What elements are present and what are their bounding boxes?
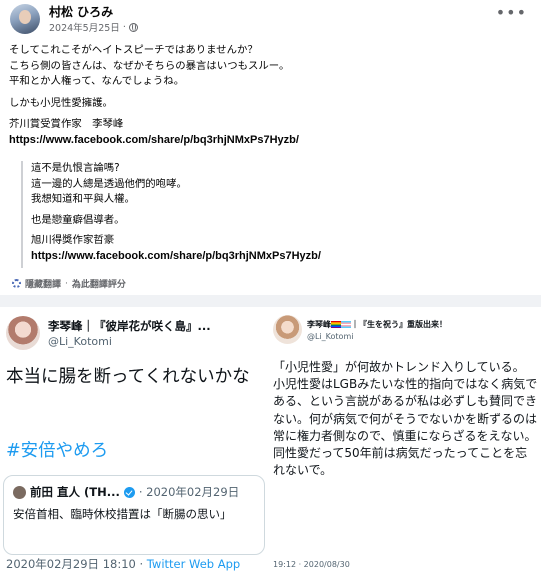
author-avatar[interactable] — [10, 4, 40, 34]
translation-line: 旭川得獎作家哲豪 — [31, 234, 115, 246]
more-options-icon[interactable]: ••• — [496, 5, 527, 21]
avatar[interactable] — [6, 316, 40, 350]
tweet-author-handle[interactable]: @Li_Kotomi — [307, 332, 353, 341]
author-name-suffix: ｜『生を祝う』重版出来！ — [351, 320, 447, 329]
body-line: こちら側の皆さんは、なぜかそちらの暴言はいつもスルー。 — [9, 59, 290, 72]
quoted-tweet-header: 前田 直人 (TH... · 2020年02月29日 — [13, 484, 255, 500]
tweet-paragraph: 小児性愛はLGBみたいな性的指向ではなく病気である、という言説があるが私は必ずし… — [273, 377, 538, 443]
post-date[interactable]: 2024年5月25日 — [49, 20, 120, 34]
translation-link[interactable]: https://www.facebook.com/share/p/bq3rhjN… — [31, 249, 521, 265]
avatar[interactable] — [273, 315, 302, 344]
shared-link[interactable]: https://www.facebook.com/share/p/bq3rhjN… — [9, 133, 529, 149]
tweet-footer: 2020年02月29日 18:10 · Twitter Web App — [6, 556, 240, 572]
hashtag-link[interactable]: #安倍やめろ — [6, 437, 108, 462]
tweet-author-handle[interactable]: @Li_Kotomi — [48, 335, 112, 348]
translation-line: 也是戀童癖倡導者。 — [31, 213, 125, 226]
tweet-timestamp[interactable]: 2020年02月29日 18:10 · — [6, 557, 147, 571]
quoted-date: · 2020年02月29日 — [138, 485, 240, 499]
tweet-paragraph: 同性愛だって50年前は病気だったってことを忘れないで。 — [273, 446, 528, 478]
quoted-tweet[interactable]: 前田 直人 (TH... · 2020年02月29日 安倍首相、臨時休校措置は「… — [3, 475, 265, 555]
rainbow-flag-icon — [331, 321, 341, 328]
facebook-post: 村松 ひろみ 2024年5月25日 · ••• そしてこれこそがヘイトスピーチで… — [0, 0, 541, 295]
verified-icon — [123, 486, 135, 498]
translation-block: 這不是仇恨言論嗎? 這一邊的人總是透過他們的咆哮。 我想知道和平與人權。 也是戀… — [21, 161, 521, 268]
gear-icon — [12, 279, 21, 288]
tweet-author-name[interactable]: 李琴峰 ｜『生を祝う』重版出来！ — [307, 319, 447, 330]
tweet-timestamp[interactable]: 19:12 · 2020/08/30 — [273, 560, 350, 569]
body-line: しかも小児性愛擁護。 — [9, 96, 113, 109]
body-line: 平和とか人権って、なんでしょうね。 — [9, 75, 185, 87]
hide-translation-link[interactable]: 隱藏翻譯 — [25, 277, 61, 290]
body-line: そしてこれこそがヘイトスピーチではありませんか？ — [9, 44, 258, 56]
trans-flag-icon — [341, 321, 351, 328]
translation-controls: 隱藏翻譯 · 為此翻譯評分 — [12, 277, 126, 290]
tweet-paragraph: 「小児性愛」が何故かトレンド入りしている。 — [273, 360, 525, 374]
translation-line: 我想知道和平與人權。 — [31, 193, 135, 205]
tweet-source-app[interactable]: Twitter Web App — [147, 557, 240, 571]
tweet-text: 「小児性愛」が何故かトレンド入りしている。 小児性愛はLGBみたいな性的指向では… — [273, 359, 539, 479]
globe-icon — [128, 22, 138, 32]
quoted-avatar — [13, 485, 26, 499]
body-line: 芥川賞受賞作家 李琴峰 — [9, 118, 124, 130]
tweet-text: 本当に腸を断ってくれないかな — [6, 367, 250, 387]
post-body: そしてこれこそがヘイトスピーチではありませんか？ こちら側の皆さんは、なぜかそち… — [9, 43, 529, 148]
author-name[interactable]: 村松 ひろみ — [49, 3, 113, 20]
meta-separator: · — [122, 21, 126, 33]
dot-separator: · — [65, 278, 68, 289]
author-name-prefix: 李琴峰 — [307, 320, 331, 329]
rate-translation-link[interactable]: 為此翻譯評分 — [72, 277, 126, 290]
translation-line: 這一邊的人總是透過他們的咆哮。 — [31, 177, 187, 190]
quoted-text: 安倍首相、臨時休校措置は「断腸の思い」 — [13, 507, 232, 521]
tweet-author-name[interactable]: 李琴峰｜『彼岸花が咲く島』... — [48, 318, 211, 334]
post-meta: 2024年5月25日 · — [49, 20, 138, 34]
section-divider — [0, 295, 541, 307]
tweet-card-left: 李琴峰｜『彼岸花が咲く島』... @Li_Kotomi 本当に腸を断ってくれない… — [0, 307, 267, 575]
quoted-author-name: 前田 直人 (TH... — [30, 485, 120, 499]
tweet-card-right: 李琴峰 ｜『生を祝う』重版出来！ @Li_Kotomi 「小児性愛」が何故かトレン… — [267, 307, 541, 575]
translation-line: 這不是仇恨言論嗎? — [31, 162, 120, 174]
